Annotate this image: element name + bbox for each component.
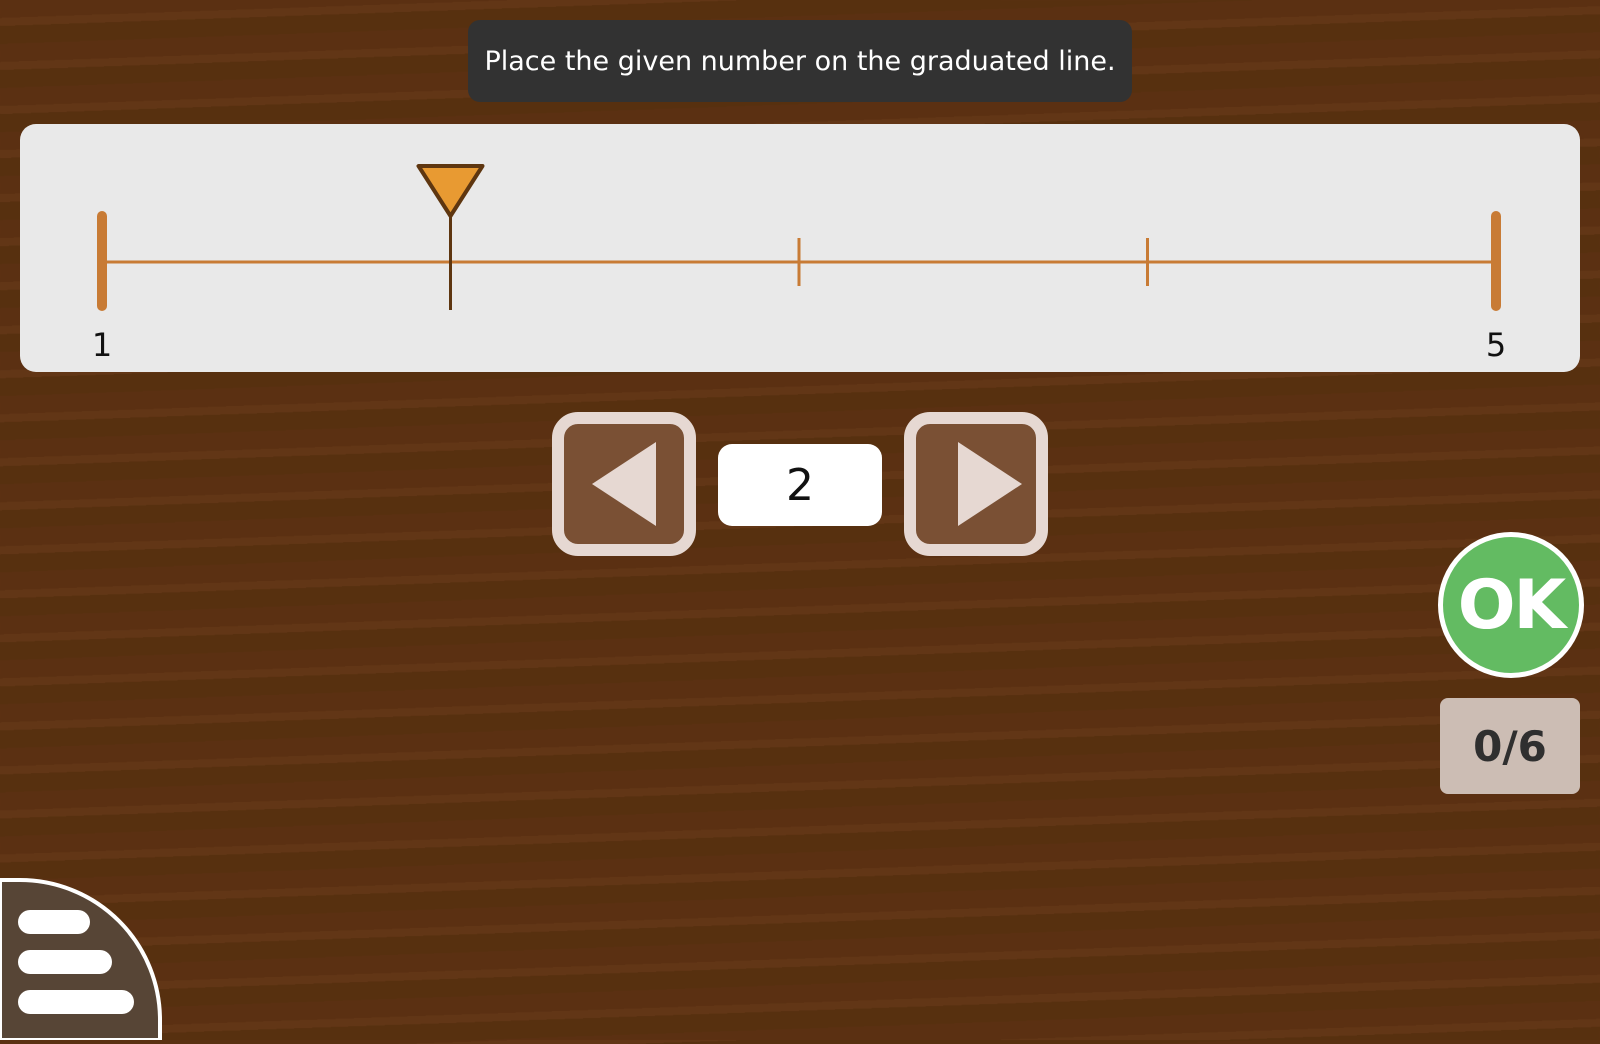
triangle-left-icon bbox=[592, 442, 656, 526]
score-counter: 0/6 bbox=[1440, 698, 1580, 794]
score-text: 0/6 bbox=[1473, 721, 1547, 771]
number-value: 2 bbox=[786, 459, 814, 511]
triangle-right-icon bbox=[958, 442, 1022, 526]
instruction-text: Place the given number on the graduated … bbox=[484, 45, 1116, 77]
number-line[interactable]: 1 5 bbox=[20, 124, 1580, 372]
number-line-max-label: 5 bbox=[1486, 326, 1506, 364]
menu-button[interactable] bbox=[0, 876, 164, 1042]
number-line-min-label: 1 bbox=[92, 326, 112, 364]
number-display: 2 bbox=[718, 444, 882, 526]
marker-triangle-icon[interactable] bbox=[416, 164, 485, 218]
increment-button[interactable] bbox=[904, 412, 1048, 556]
ok-button[interactable]: OK bbox=[1438, 532, 1584, 678]
number-line-panel: 1 5 bbox=[20, 124, 1580, 372]
hamburger-menu-icon bbox=[0, 878, 162, 1042]
decrement-button[interactable] bbox=[552, 412, 696, 556]
ok-label: OK bbox=[1457, 565, 1566, 645]
position-marker[interactable] bbox=[416, 164, 485, 310]
instruction-banner: Place the given number on the graduated … bbox=[468, 20, 1132, 102]
